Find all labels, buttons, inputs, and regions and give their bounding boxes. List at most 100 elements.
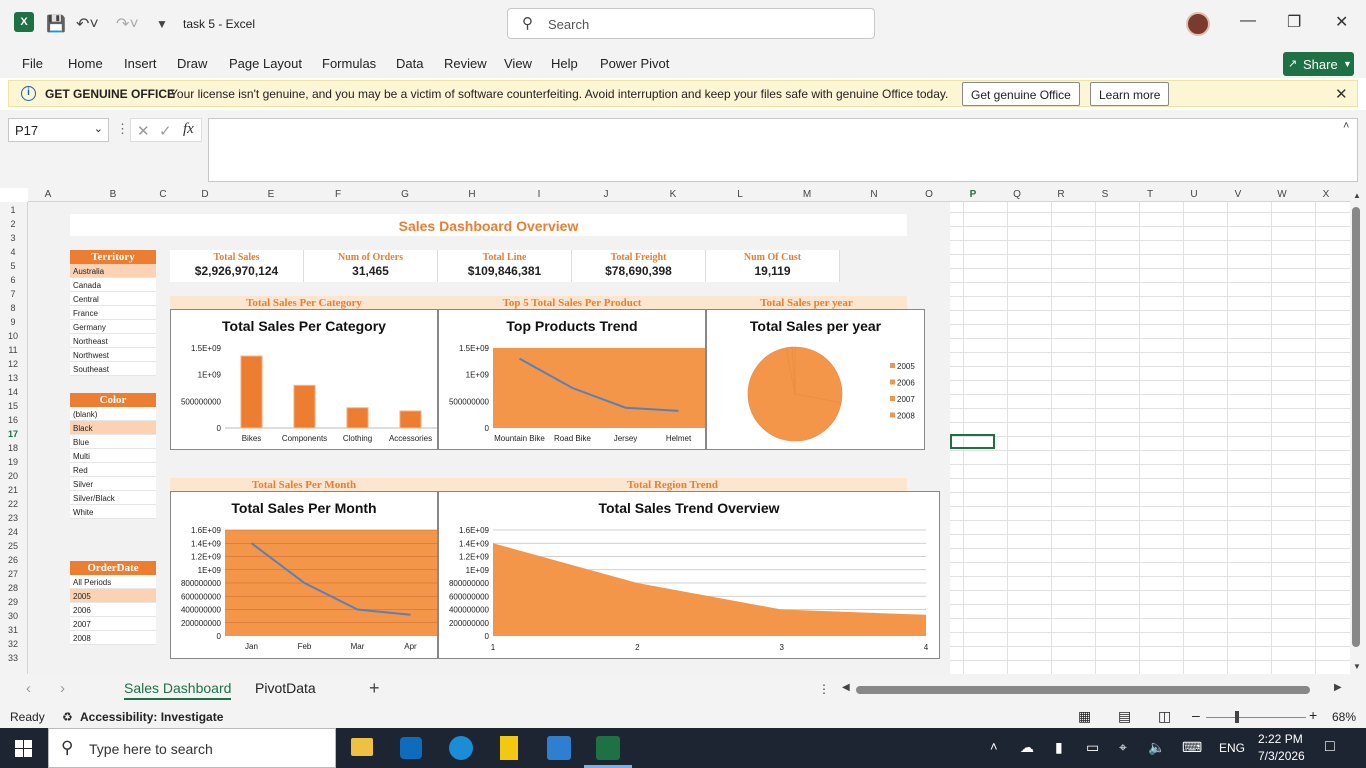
slicer-item[interactable]: Silver/Black	[70, 491, 156, 505]
power-bi-icon[interactable]	[500, 736, 518, 760]
column-header-n[interactable]: N	[864, 189, 884, 200]
zoom-level[interactable]: 68%	[1332, 710, 1356, 724]
enter-icon[interactable]: ✓	[159, 122, 172, 140]
column-header-m[interactable]: M	[797, 189, 817, 200]
menu-formulas[interactable]: Formulas	[322, 56, 376, 71]
add-sheet-icon[interactable]: +	[369, 678, 380, 699]
row-header-6[interactable]: 6	[0, 275, 26, 285]
keyboard-icon[interactable]: ⌨	[1182, 739, 1202, 756]
zoom-out-icon[interactable]: –	[1192, 707, 1200, 723]
slicer-item[interactable]: 2007	[70, 617, 156, 631]
column-header-g[interactable]: G	[395, 189, 415, 200]
column-header-p[interactable]: P	[963, 189, 983, 200]
more-icon[interactable]: ⋮	[818, 682, 830, 696]
save-icon[interactable]: 💾	[46, 14, 66, 34]
slicer-item[interactable]: Black	[70, 421, 156, 435]
learn-more-button[interactable]: Learn more	[1090, 82, 1170, 106]
column-header-s[interactable]: S	[1095, 189, 1115, 200]
row-header-24[interactable]: 24	[0, 527, 26, 537]
minimize-icon[interactable]: —	[1240, 12, 1256, 30]
row-header-5[interactable]: 5	[0, 261, 26, 271]
slicer-item[interactable]: Southeast	[70, 362, 156, 376]
menu-data[interactable]: Data	[396, 56, 423, 71]
close-icon[interactable]: ✕	[1335, 12, 1348, 32]
page-break-view-icon[interactable]: ◫	[1158, 708, 1171, 725]
name-box[interactable]: P17 ⌄	[8, 118, 109, 142]
chart-sales-trend[interactable]: Total Sales Trend Overview 0 200000000 400…	[438, 491, 940, 659]
slicer-item[interactable]: (blank)	[70, 407, 156, 421]
slicer-item[interactable]: Multi	[70, 449, 156, 463]
zoom-slider[interactable]	[1206, 717, 1306, 718]
column-header-x[interactable]: X	[1316, 189, 1336, 200]
collapse-formula-bar-icon[interactable]: ˄	[1343, 120, 1349, 132]
redo-icon[interactable]: ↷˅	[116, 14, 139, 34]
row-header-3[interactable]: 3	[0, 233, 26, 243]
menu-draw[interactable]: Draw	[177, 56, 207, 71]
scroll-right-icon[interactable]: ▶	[1334, 682, 1342, 693]
column-header-l[interactable]: L	[730, 189, 750, 200]
scroll-up-icon[interactable]: ▲	[1353, 191, 1361, 200]
scroll-left-icon[interactable]: ◀	[842, 682, 850, 693]
color-slicer[interactable]: Color (blank) Black Blue Multi Red Silver Silv…	[70, 393, 156, 519]
slicer-item[interactable]: 2008	[70, 631, 156, 645]
avatar[interactable]	[1186, 12, 1210, 36]
slicer-item[interactable]: Blue	[70, 435, 156, 449]
excel-taskbar-icon[interactable]	[596, 736, 620, 760]
search-input[interactable]: ⚲ Search	[507, 8, 875, 39]
clock-date[interactable]: 7/3/2026	[1258, 749, 1305, 763]
slicer-item[interactable]: Silver	[70, 477, 156, 491]
row-header-12[interactable]: 12	[0, 359, 26, 369]
slicer-item[interactable]: All Periods	[70, 575, 156, 589]
normal-view-icon[interactable]: ▦	[1078, 708, 1091, 725]
chart-sales-per-month[interactable]: Total Sales Per Month 0 200000000 40000000…	[170, 491, 438, 659]
row-header-17[interactable]: 17	[0, 429, 26, 439]
column-header-v[interactable]: V	[1228, 189, 1248, 200]
row-header-9[interactable]: 9	[0, 317, 26, 327]
horizontal-scroll-thumb[interactable]	[856, 686, 1310, 694]
menu-home[interactable]: Home	[68, 56, 103, 71]
app-icon[interactable]	[547, 736, 571, 760]
row-header-20[interactable]: 20	[0, 471, 26, 481]
usb-icon[interactable]: ▮	[1055, 739, 1063, 756]
row-header-28[interactable]: 28	[0, 583, 26, 593]
chart-sales-per-category[interactable]: Total Sales Per Category 0 500000000 1E+09…	[170, 309, 438, 450]
column-header-h[interactable]: H	[462, 189, 482, 200]
column-header-t[interactable]: T	[1140, 189, 1160, 200]
notification-icon[interactable]: □	[1325, 738, 1335, 756]
row-header-21[interactable]: 21	[0, 485, 26, 495]
row-header-26[interactable]: 26	[0, 555, 26, 565]
menu-file[interactable]: File	[22, 56, 43, 71]
volume-icon[interactable]: 🔈	[1148, 739, 1165, 756]
orderdate-slicer[interactable]: OrderDate All Periods 2005 2006 2007 2008	[70, 561, 156, 645]
share-button[interactable]: ↗ Share ▼	[1283, 52, 1354, 76]
row-header-11[interactable]: 11	[0, 345, 26, 355]
column-header-j[interactable]: J	[596, 189, 616, 200]
row-header-4[interactable]: 4	[0, 247, 26, 257]
zoom-in-icon[interactable]: +	[1309, 707, 1317, 723]
column-header-q[interactable]: Q	[1007, 189, 1027, 200]
row-header-13[interactable]: 13	[0, 373, 26, 383]
territory-slicer[interactable]: Territory Australia Canada Central France Ge…	[70, 250, 156, 376]
row-header-1[interactable]: 1	[0, 205, 26, 215]
column-header-u[interactable]: U	[1184, 189, 1204, 200]
zoom-slider-thumb[interactable]	[1235, 711, 1239, 723]
column-header-a[interactable]: A	[38, 189, 58, 200]
row-header-29[interactable]: 29	[0, 597, 26, 607]
row-header-33[interactable]: 33	[0, 653, 26, 663]
column-header-d[interactable]: D	[195, 189, 215, 200]
column-header-w[interactable]: W	[1272, 189, 1292, 200]
slicer-item[interactable]: White	[70, 505, 156, 519]
clock-time[interactable]: 2:22 PM	[1258, 732, 1303, 746]
file-explorer-icon[interactable]	[351, 738, 373, 756]
column-header-b[interactable]: B	[103, 189, 123, 200]
edge-icon[interactable]	[449, 736, 473, 760]
next-sheet-icon[interactable]: ›	[60, 680, 65, 697]
customize-qat-icon[interactable]: ▼	[156, 17, 168, 31]
slicer-item[interactable]: Central	[70, 292, 156, 306]
get-genuine-office-button[interactable]: Get genuine Office	[962, 82, 1080, 106]
worksheet-grid[interactable]: ABCDEFGHIJKLMNOPQRSTUVWX 1 2 3 4 5 6 7 8 9 10 11 12…	[0, 188, 1350, 674]
row-header-23[interactable]: 23	[0, 513, 26, 523]
onedrive-icon[interactable]: ☁	[1020, 739, 1034, 756]
active-cell-p17[interactable]	[950, 434, 995, 449]
menu-insert[interactable]: Insert	[124, 56, 157, 71]
